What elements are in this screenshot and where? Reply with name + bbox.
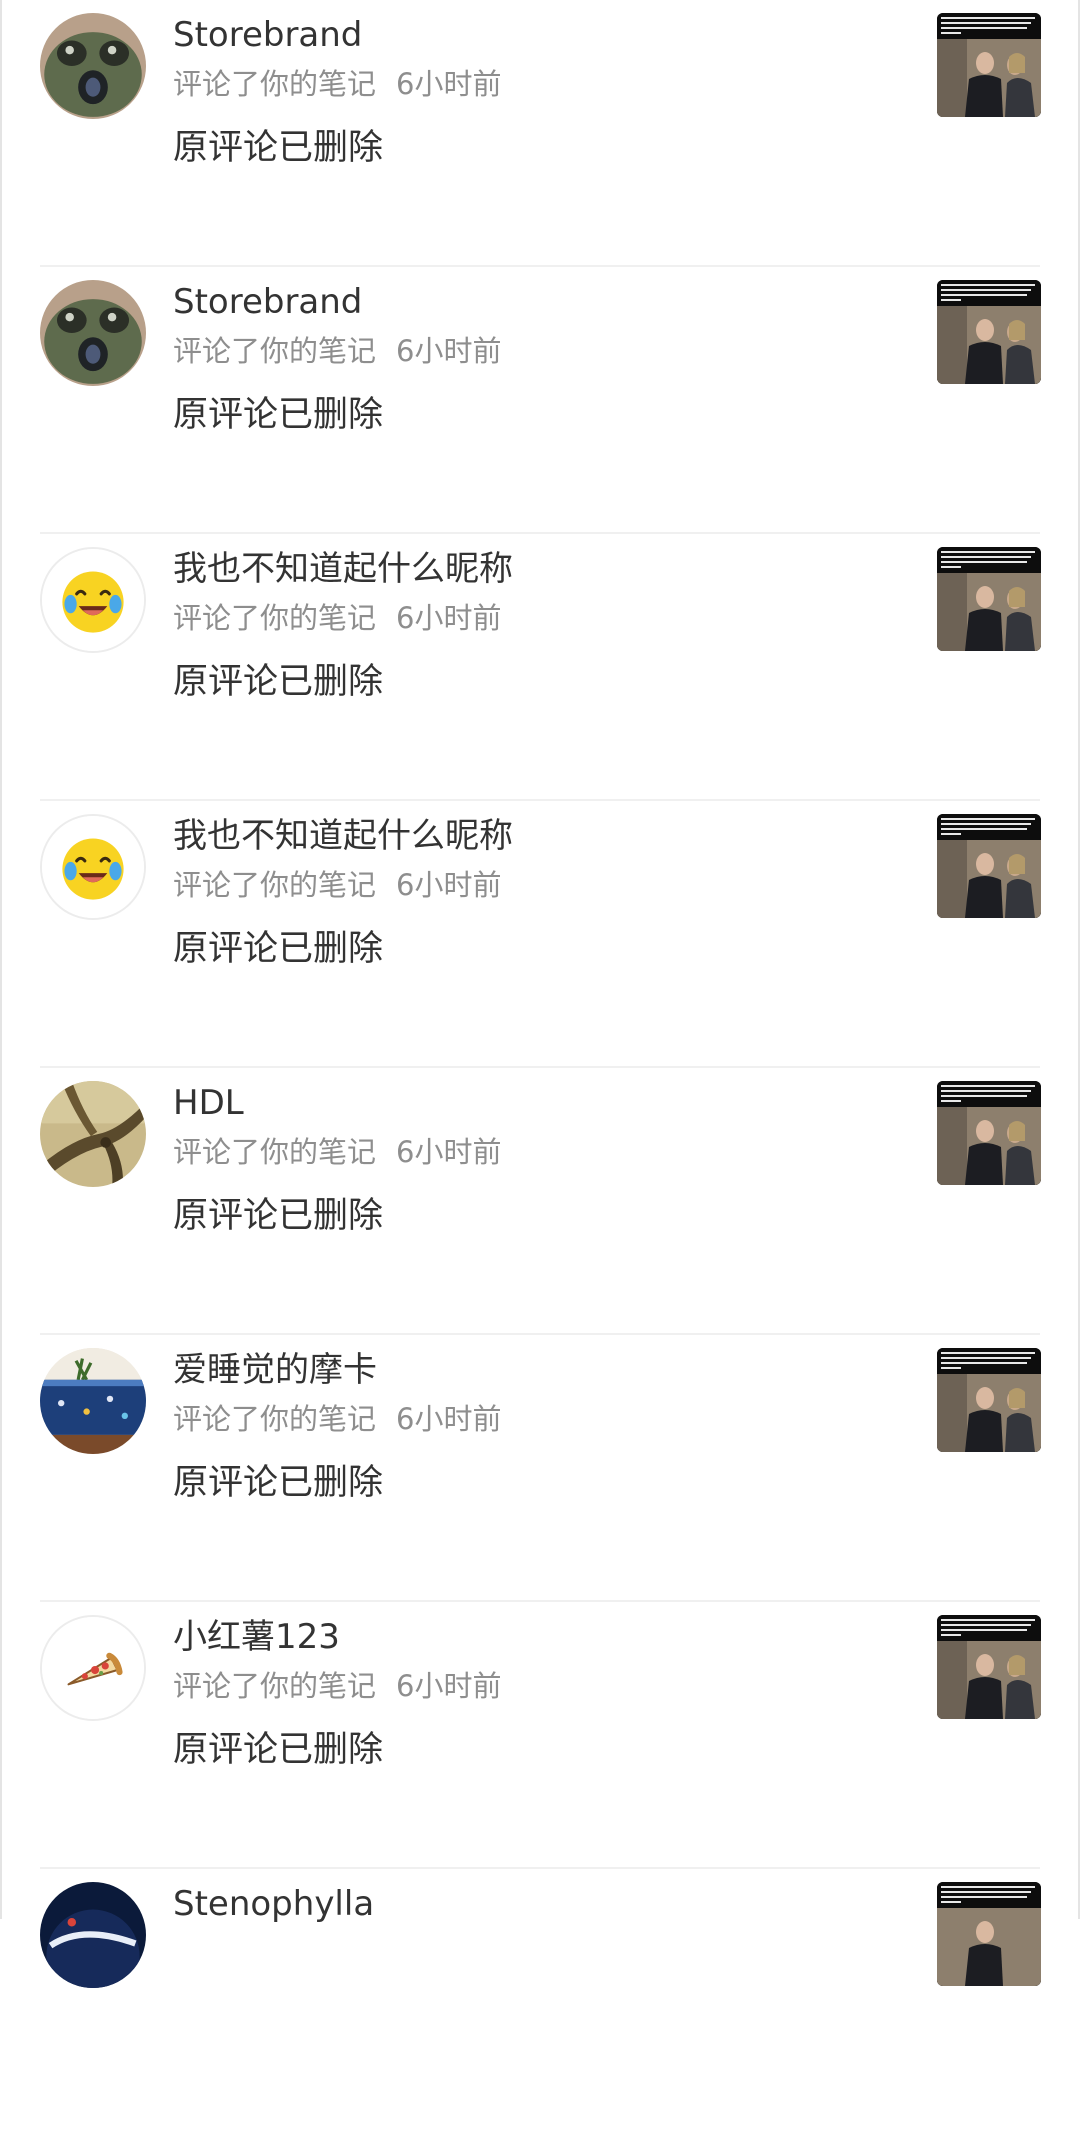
alien-toy-avatar[interactable] (40, 280, 146, 386)
comment-text: 原评论已删除 (173, 395, 384, 435)
laughing-emoji-avatar[interactable] (40, 547, 146, 653)
notification-item[interactable]: 爱睡觉的摩卡 评论了你的笔记 6小时前 原评论已删除 (0, 1335, 1080, 1602)
username[interactable]: Stenophylla (173, 1881, 374, 1927)
note-thumbnail[interactable] (937, 814, 1041, 918)
notification-item[interactable]: HDL 评论了你的笔记 6小时前 原评论已删除 (0, 1068, 1080, 1335)
action-meta: 评论了你的笔记 6小时前 (173, 331, 501, 371)
action-meta: 评论了你的笔记 6小时前 (173, 865, 501, 905)
comment-text: 原评论已删除 (173, 929, 384, 969)
action-meta: 评论了你的笔记 6小时前 (173, 1399, 501, 1439)
comment-text: 原评论已删除 (173, 1730, 384, 1770)
note-thumbnail[interactable] (937, 1348, 1041, 1452)
action-meta: 评论了你的笔记 6小时前 (173, 64, 501, 104)
comment-text: 原评论已删除 (173, 1196, 384, 1236)
notification-list: Storebrand 评论了你的笔记 6小时前 原评论已删除 Storebran… (0, 0, 1080, 2136)
notification-item[interactable]: Storebrand 评论了你的笔记 6小时前 原评论已删除 (0, 267, 1080, 534)
notification-item[interactable]: 我也不知道起什么昵称 评论了你的笔记 6小时前 原评论已删除 (0, 534, 1080, 801)
action-meta: 评论了你的笔记 6小时前 (173, 1132, 501, 1172)
action-meta: 评论了你的笔记 6小时前 (173, 598, 501, 638)
comment-text: 原评论已删除 (173, 662, 384, 702)
notification-item[interactable]: Storebrand 评论了你的笔记 6小时前 原评论已删除 (0, 0, 1080, 267)
time-ago: 6小时前 (396, 601, 502, 635)
username[interactable]: Storebrand (173, 279, 362, 325)
action-text: 评论了你的笔记 (173, 868, 377, 902)
dark-planet-avatar[interactable] (40, 1882, 146, 1988)
note-thumbnail[interactable] (937, 547, 1041, 651)
action-text: 评论了你的笔记 (173, 1402, 377, 1436)
note-thumbnail[interactable] (937, 1081, 1041, 1185)
username[interactable]: Storebrand (173, 12, 362, 58)
pizza-slice-avatar[interactable] (40, 1615, 146, 1721)
laughing-emoji-avatar[interactable] (40, 814, 146, 920)
time-ago: 6小时前 (396, 1669, 502, 1703)
action-meta: 评论了你的笔记 6小时前 (173, 1666, 501, 1706)
notification-item[interactable]: 我也不知道起什么昵称 评论了你的笔记 6小时前 原评论已删除 (0, 801, 1080, 1068)
username[interactable]: 我也不知道起什么昵称 (173, 546, 513, 592)
tree-branch-avatar[interactable] (40, 1081, 146, 1187)
notification-item[interactable]: Stenophylla (0, 1869, 1080, 2136)
comment-text: 原评论已删除 (173, 128, 384, 168)
username[interactable]: HDL (173, 1080, 244, 1126)
time-ago: 6小时前 (396, 67, 502, 101)
alien-toy-avatar[interactable] (40, 13, 146, 119)
action-text: 评论了你的笔记 (173, 1669, 377, 1703)
username[interactable]: 小红薯123 (173, 1614, 340, 1660)
time-ago: 6小时前 (396, 1135, 502, 1169)
action-text: 评论了你的笔记 (173, 1135, 377, 1169)
note-thumbnail[interactable] (937, 13, 1041, 117)
note-thumbnail[interactable] (937, 1882, 1041, 1986)
notification-item[interactable]: 小红薯123 评论了你的笔记 6小时前 原评论已删除 (0, 1602, 1080, 1869)
time-ago: 6小时前 (396, 334, 502, 368)
action-text: 评论了你的笔记 (173, 334, 377, 368)
time-ago: 6小时前 (396, 1402, 502, 1436)
aquarium-avatar[interactable] (40, 1348, 146, 1454)
action-meta (173, 1933, 193, 1973)
username[interactable]: 爱睡觉的摩卡 (173, 1347, 377, 1393)
comment-text: 原评论已删除 (173, 1463, 384, 1503)
action-text: 评论了你的笔记 (173, 601, 377, 635)
note-thumbnail[interactable] (937, 280, 1041, 384)
action-text: 评论了你的笔记 (173, 67, 377, 101)
time-ago: 6小时前 (396, 868, 502, 902)
username[interactable]: 我也不知道起什么昵称 (173, 813, 513, 859)
note-thumbnail[interactable] (937, 1615, 1041, 1719)
